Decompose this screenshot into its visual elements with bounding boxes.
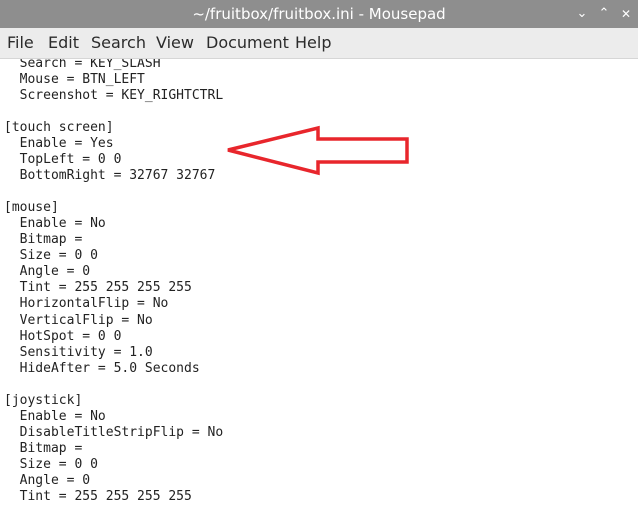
arrow-shape — [227, 125, 409, 176]
red-arrow-annotation — [227, 125, 409, 176]
